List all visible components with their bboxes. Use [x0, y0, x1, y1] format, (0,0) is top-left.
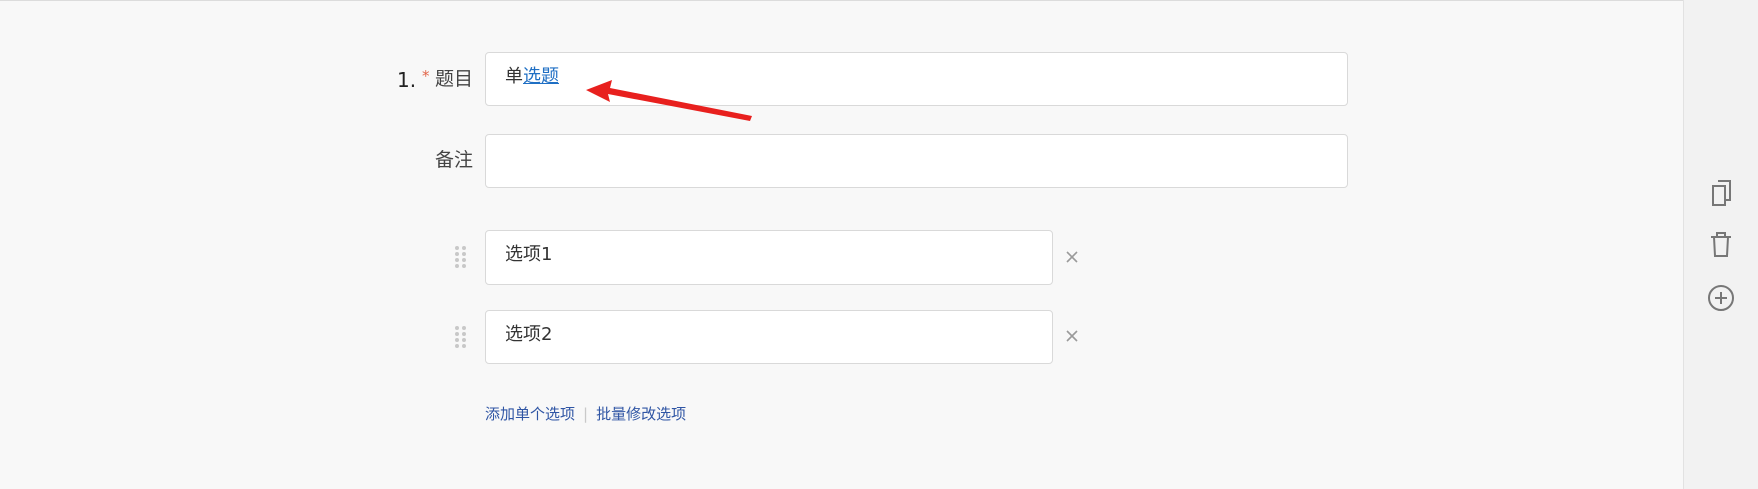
batch-edit-options-link[interactable]: 批量修改选项 [596, 405, 686, 423]
option-input-1[interactable]: 选项1 [485, 230, 1053, 285]
trash-icon[interactable] [1705, 228, 1737, 260]
drag-handle-icon[interactable] [454, 325, 468, 349]
title-text-link: 选题 [523, 66, 559, 87]
copy-icon[interactable] [1705, 176, 1737, 208]
plus-circle-icon[interactable] [1705, 282, 1737, 314]
required-mark: * [422, 67, 430, 85]
add-single-option-link[interactable]: 添加单个选项 [485, 405, 575, 423]
close-icon[interactable] [1063, 248, 1081, 266]
annotation-arrow [586, 80, 752, 121]
question-note-input[interactable] [485, 134, 1348, 188]
arrow-head [586, 80, 752, 121]
title-label: 题目 [435, 68, 474, 90]
note-label: 备注 [435, 149, 474, 171]
drag-handle-icon[interactable] [454, 245, 468, 269]
actions-separator: | [583, 405, 589, 423]
option-actions: 添加单个选项 | 批量修改选项 [485, 404, 686, 424]
title-text-prefix: 单 [505, 66, 523, 87]
question-number: 1. [397, 68, 417, 92]
close-icon[interactable] [1063, 327, 1081, 345]
option-input-2[interactable]: 选项2 [485, 310, 1053, 364]
